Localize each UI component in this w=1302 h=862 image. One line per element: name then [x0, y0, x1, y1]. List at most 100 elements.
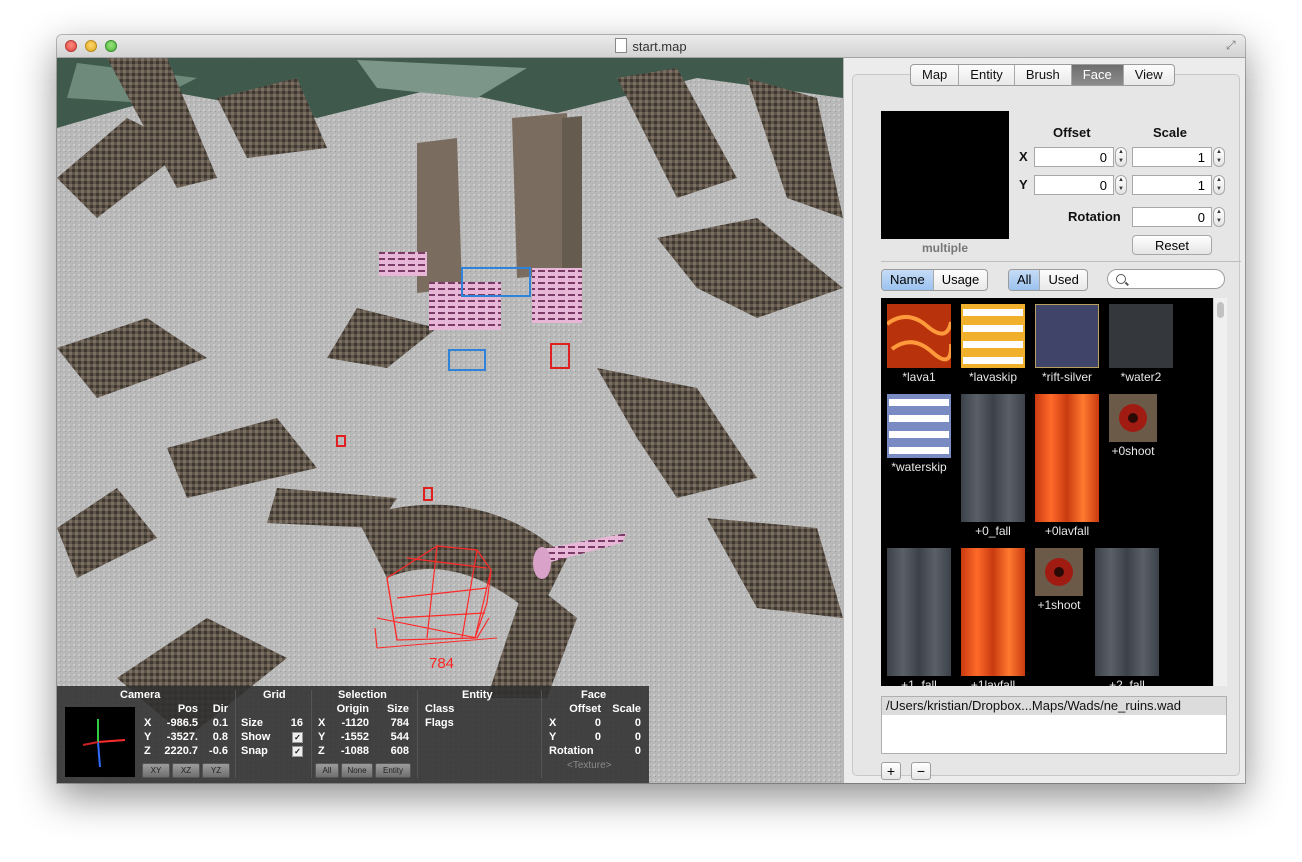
tab-brush[interactable]: Brush	[1015, 65, 1072, 85]
texture-thumb-0shoot[interactable]	[1109, 394, 1157, 442]
offset-header: Offset	[1053, 125, 1091, 140]
sort-by-name-button[interactable]: Name	[882, 270, 934, 290]
tab-face[interactable]: Face	[1071, 65, 1124, 85]
rendered-map-scene	[57, 58, 843, 783]
select-none-button[interactable]: None	[341, 763, 373, 778]
selection-x-size: 784	[390, 717, 409, 729]
grid-snap-checkbox[interactable]: ✓	[292, 746, 303, 757]
scale-header: Scale	[1153, 125, 1187, 140]
offset-x-stepper[interactable]: ▲ ▼	[1115, 147, 1127, 167]
info-hud: Camera Pos Dir X -986.5 0.1 Y -3527. 0.8	[57, 686, 649, 783]
scale-y-stepper[interactable]: ▲ ▼	[1213, 175, 1225, 195]
entity-class-label: Class	[425, 703, 455, 715]
texture-name: +0shoot	[1111, 444, 1155, 458]
hud-face-section: Face Offset Scale X 0 0 Y 0 0 Rotation 0…	[541, 686, 649, 783]
x-label: X	[1019, 149, 1028, 164]
face-y-offset: 0	[594, 731, 601, 743]
select-entity-button[interactable]: Entity	[375, 763, 411, 778]
texture-thumb-waterskip[interactable]	[887, 394, 951, 458]
wad-file-row[interactable]: /Users/kristian/Dropbox...Maps/Wads/ne_r…	[882, 697, 1226, 715]
hud-camera-section: Camera Pos Dir X -986.5 0.1 Y -3527. 0.8	[57, 686, 235, 783]
texture-name: +0_fall	[975, 524, 1011, 538]
scrollbar-thumb[interactable]	[1217, 302, 1224, 318]
camera-y-label: Y	[144, 731, 152, 743]
texture-search-input[interactable]	[1107, 269, 1225, 289]
filter-all-button[interactable]: All	[1009, 270, 1041, 290]
grid-size-value[interactable]: 16	[275, 717, 303, 729]
shooter-texture-icon	[1119, 404, 1147, 432]
camera-x-pos: -986.5	[166, 717, 198, 729]
hud-selection-title: Selection	[338, 689, 387, 701]
hud-grid-title: Grid	[263, 689, 286, 701]
scale-y-field[interactable]: 1	[1132, 175, 1212, 195]
face-offset-header: Offset	[569, 703, 601, 715]
reset-button[interactable]: Reset	[1132, 235, 1212, 255]
tab-entity[interactable]: Entity	[959, 65, 1015, 85]
face-scale-header: Scale	[612, 703, 641, 715]
camera-y-dir: 0.8	[212, 731, 228, 743]
tab-view[interactable]: View	[1124, 65, 1174, 85]
rotation-field[interactable]: 0	[1132, 207, 1212, 227]
texture-name: *lavaskip	[968, 370, 1018, 384]
map-3d-viewport[interactable]: 784 Camera Pos Dir X -986.5 0.1 Y -3527.…	[57, 58, 843, 783]
camera-yz-button[interactable]: YZ	[202, 763, 230, 778]
title-bar: start.map ⤢	[57, 35, 1245, 58]
hud-selection-section: Selection Origin Size X -1120 784 Y -155…	[311, 686, 417, 783]
texture-name: +1lavfall	[970, 678, 1016, 686]
texture-thumb-0lavfall[interactable]	[1035, 394, 1099, 522]
texture-thumb-2-fall[interactable]	[1095, 548, 1159, 676]
offset-y-stepper[interactable]: ▲ ▼	[1115, 175, 1127, 195]
scale-x-field[interactable]: 1	[1132, 147, 1212, 167]
selection-z-label: Z	[318, 745, 325, 757]
selection-z-origin: -1088	[340, 745, 369, 757]
scale-x-stepper[interactable]: ▲ ▼	[1213, 147, 1225, 167]
inspector-panel: multiple Offset Scale X 0 ▲ ▼ 1 ▲ ▼ Y 0 ▲ ▼…	[843, 58, 1245, 783]
texture-thumb-lavaskip[interactable]	[961, 304, 1025, 368]
texture-thumb-1shoot[interactable]	[1035, 548, 1083, 596]
hud-grid-section: Grid Size 16 Show ✓ Snap ✓	[235, 686, 311, 783]
sort-by-usage-button[interactable]: Usage	[934, 270, 988, 290]
texture-thumb-1lavfall[interactable]	[961, 548, 1025, 676]
grid-show-checkbox[interactable]: ✓	[292, 732, 303, 743]
window-title: start.map	[57, 38, 1245, 54]
selection-origin-header: Origin	[336, 703, 369, 715]
wad-file-list[interactable]: /Users/kristian/Dropbox...Maps/Wads/ne_r…	[881, 696, 1227, 754]
texture-browser[interactable]: *lava1 *lavaskip *rift-silver *water2 *w…	[881, 298, 1227, 686]
document-icon	[615, 38, 628, 53]
hud-entity-section: Entity Class Flags	[417, 686, 541, 783]
offset-y-field[interactable]: 0	[1034, 175, 1114, 195]
filter-segmented-control: All Used	[1008, 269, 1088, 291]
offset-x-field[interactable]: 0	[1034, 147, 1114, 167]
shooter-texture-icon	[1045, 558, 1073, 586]
selection-y-label: Y	[318, 731, 326, 743]
window-title-text: start.map	[632, 39, 687, 54]
selection-x-label: X	[318, 717, 326, 729]
remove-wad-button[interactable]: −	[911, 762, 931, 780]
texture-thumb-0-fall[interactable]	[961, 394, 1025, 522]
texture-thumb-water2[interactable]	[1109, 304, 1173, 368]
skip-texture-icon	[963, 309, 1023, 364]
add-wad-button[interactable]: +	[881, 762, 901, 780]
texture-thumb-lava1[interactable]	[885, 304, 954, 368]
camera-xy-button[interactable]: XY	[142, 763, 170, 778]
lava-texture-icon	[885, 304, 954, 368]
grid-show-label: Show	[241, 731, 271, 743]
texture-name: *rift-silver	[1042, 370, 1092, 384]
texture-thumb-1-fall[interactable]	[887, 548, 951, 676]
camera-xz-button[interactable]: XZ	[172, 763, 200, 778]
entity-flags-label: Flags	[425, 717, 454, 729]
filter-used-button[interactable]: Used	[1040, 270, 1086, 290]
rotation-stepper[interactable]: ▲ ▼	[1213, 207, 1225, 227]
preview-caption: multiple	[921, 241, 968, 255]
select-all-button[interactable]: All	[315, 763, 339, 778]
fullscreen-icon[interactable]: ⤢	[1226, 39, 1239, 52]
tab-map[interactable]: Map	[911, 65, 960, 85]
texture-thumb-rift-silver[interactable]	[1035, 304, 1099, 368]
texture-preview	[881, 111, 1009, 239]
camera-axis-gizmo	[65, 707, 135, 777]
camera-dir-header: Dir	[212, 703, 228, 715]
sort-segmented-control: Name Usage	[881, 269, 989, 291]
face-y-label: Y	[549, 731, 557, 743]
texture-name: +2_fall	[1109, 678, 1145, 686]
texture-browser-scrollbar[interactable]	[1213, 298, 1227, 686]
